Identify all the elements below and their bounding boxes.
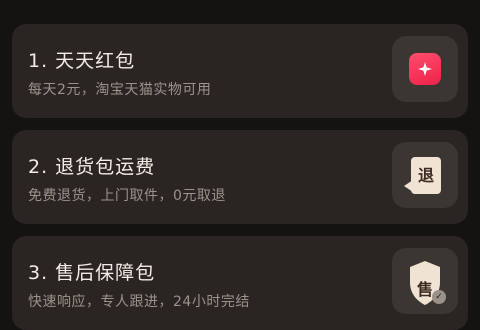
benefit-card-return-shipping[interactable]: 2. 退货包运费 免费退货，上门取件，0元取退 退 [12,130,468,224]
red-packet-icon [409,53,441,85]
benefit-icon-box: 退 [392,142,458,208]
benefit-title: 2. 退货包运费 [28,156,156,178]
benefit-title: 1. 天天红包 [28,50,136,72]
check-icon: ✓ [432,290,446,304]
benefit-title: 3. 售后保障包 [28,262,156,284]
benefit-subtitle: 每天2元，淘宝天猫实物可用 [28,82,212,98]
benefit-card-red-packet[interactable]: 1. 天天红包 每天2元，淘宝天猫实物可用 [12,24,468,118]
benefit-subtitle: 免费退货，上门取件，0元取退 [28,188,226,204]
benefit-card-after-sales[interactable]: 3. 售后保障包 快速响应，专人跟进，24小时完结 售 ✓ [12,236,468,330]
return-icon: 退 [411,157,441,194]
benefit-subtitle: 快速响应，专人跟进，24小时完结 [28,294,250,310]
benefit-icon-box [392,36,458,102]
benefit-icon-box: 售 ✓ [392,248,458,314]
return-arrow-icon [404,180,413,192]
